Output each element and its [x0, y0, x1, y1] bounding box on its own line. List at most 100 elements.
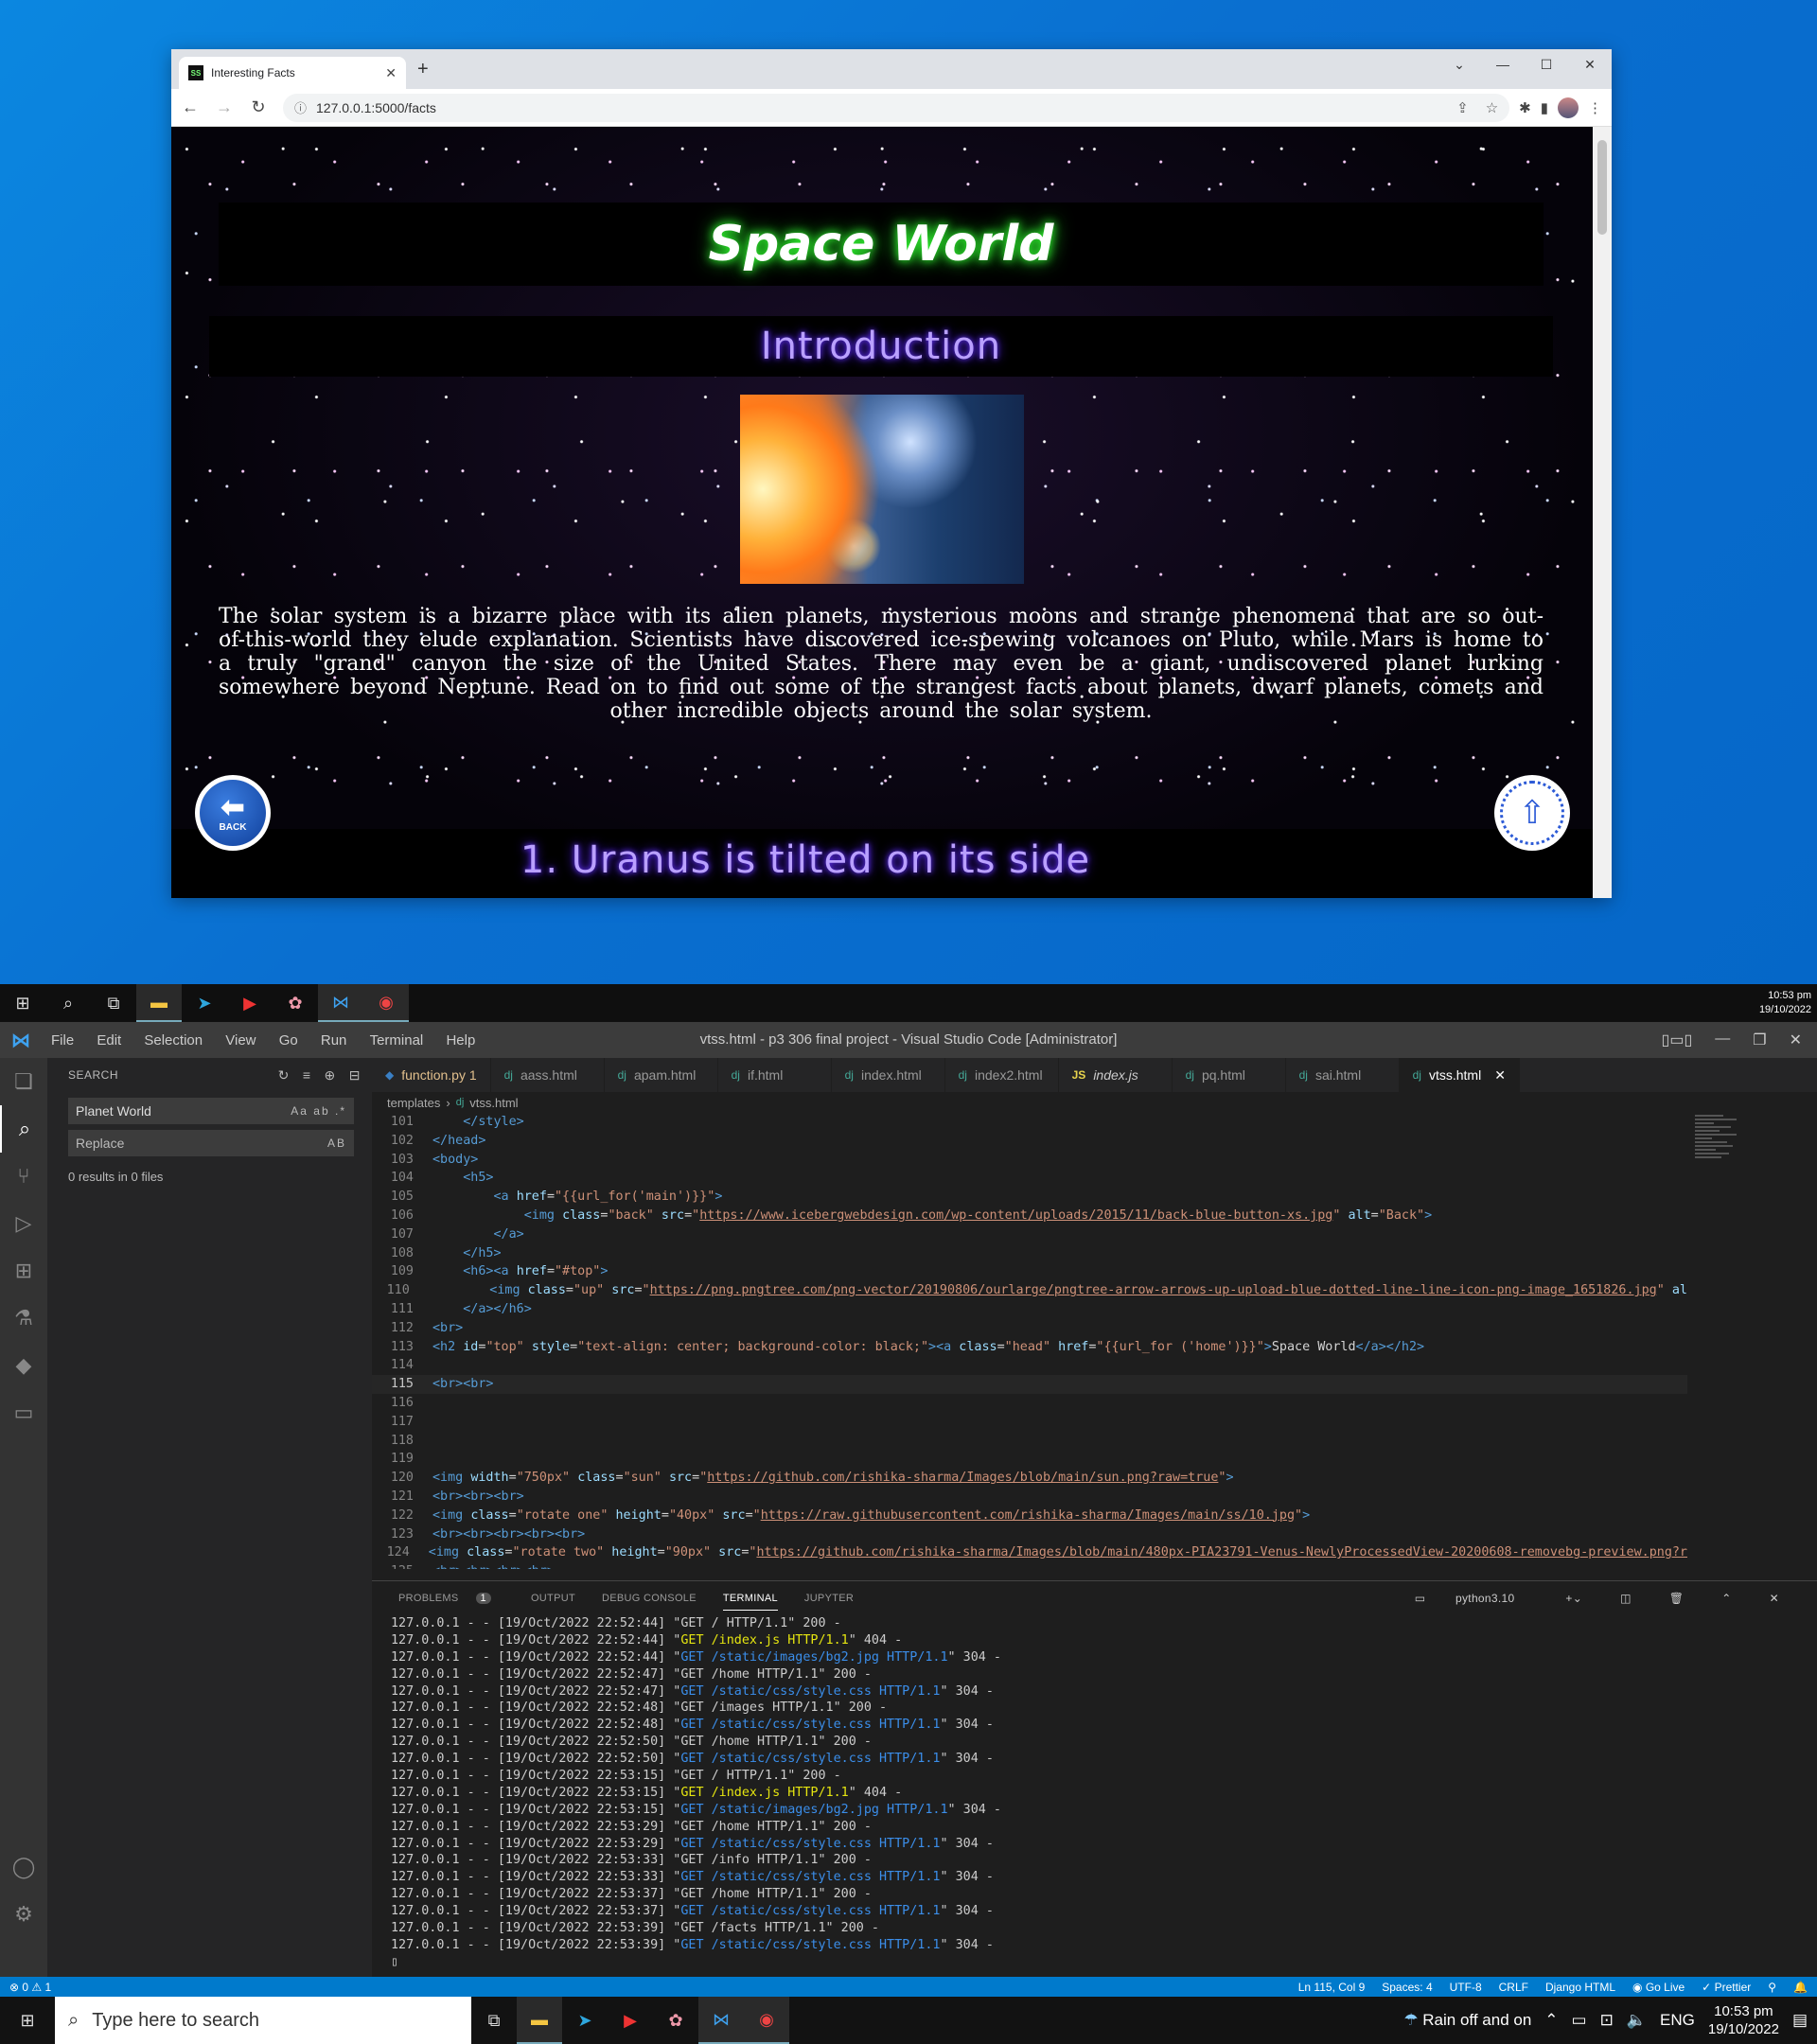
replace-input[interactable]: Replace AB — [68, 1130, 354, 1156]
menu-file[interactable]: File — [51, 1032, 74, 1048]
cursor-position[interactable]: Ln 115, Col 9 — [1298, 1981, 1366, 1994]
maximize-button[interactable]: ☐ — [1525, 49, 1568, 79]
weather-widget[interactable]: ☂ Rain off and on — [1403, 2011, 1531, 2030]
telegram-icon[interactable]: ➤ — [562, 1997, 608, 2044]
telegram-icon[interactable]: ➤ — [182, 984, 227, 1022]
testing-icon[interactable]: ⚗ — [0, 1295, 47, 1342]
vscode-icon[interactable]: ⋈ — [318, 984, 363, 1022]
search-options-icon[interactable]: Aa ab .* — [291, 1104, 346, 1118]
search-input[interactable]: Planet World Aa ab .* — [68, 1098, 354, 1124]
browser-tab[interactable]: SS Interesting Facts ✕ — [179, 57, 406, 89]
taskbar-search-box[interactable]: ⌕ Type here to search — [55, 1997, 471, 2044]
tab-index-html[interactable]: dj index.html — [832, 1058, 945, 1092]
back-button[interactable]: ⬅ BACK — [195, 775, 271, 851]
menu-dots-icon[interactable]: ⋮ — [1588, 99, 1602, 116]
tab-problems[interactable]: PROBLEMS 1 — [385, 1593, 504, 1604]
battery-icon[interactable]: ▭ — [1572, 2011, 1587, 2030]
minimize-button[interactable]: — — [1715, 1031, 1730, 1049]
scroll-top-button[interactable]: ⇧ — [1494, 775, 1570, 851]
line-ending[interactable]: CRLF — [1499, 1981, 1528, 1994]
volume-icon[interactable]: 🔈 — [1627, 2011, 1647, 2030]
file-explorer-icon[interactable]: ▬ — [517, 1997, 562, 2044]
task-view-icon[interactable]: ⧉ — [91, 984, 136, 1022]
back-nav-icon[interactable]: ← — [175, 93, 205, 123]
menu-view[interactable]: View — [225, 1032, 256, 1048]
run-debug-icon[interactable]: ▷ — [0, 1200, 47, 1247]
source-control-icon[interactable]: ⑂ — [0, 1153, 47, 1200]
site-title-link[interactable]: Space World — [709, 216, 1054, 273]
minimize-button[interactable]: — — [1481, 49, 1525, 79]
breadcrumb-file[interactable]: vtss.html — [469, 1096, 518, 1110]
close-panel-icon[interactable]: ✕ — [1770, 1592, 1779, 1605]
tab-vtss-html[interactable]: dj vtss.html ✕ — [1399, 1058, 1520, 1092]
explorer-icon[interactable]: ❏ — [0, 1058, 47, 1105]
encoding[interactable]: UTF-8 — [1450, 1981, 1482, 1994]
tab-if-html[interactable]: dj if.html — [718, 1058, 832, 1092]
network-icon[interactable]: ⊡ — [1600, 2011, 1614, 2030]
tab-search-icon[interactable]: ⌄ — [1438, 49, 1481, 79]
menu-terminal[interactable]: Terminal — [370, 1032, 424, 1048]
remote-explorer-icon[interactable]: ▭ — [0, 1389, 47, 1436]
search-icon[interactable]: ⌕ — [0, 1105, 47, 1153]
tab-apam-html[interactable]: dj apam.html — [605, 1058, 718, 1092]
forward-nav-icon[interactable]: → — [209, 93, 239, 123]
refresh-icon[interactable]: ↻ — [278, 1067, 290, 1084]
python-icon[interactable]: ◆ — [0, 1342, 47, 1389]
trash-icon[interactable]: 🗑 — [1669, 1592, 1685, 1605]
extensions-icon[interactable]: ⊞ — [0, 1247, 47, 1295]
menu-edit[interactable]: Edit — [97, 1032, 121, 1048]
new-search-editor-icon[interactable]: ⊕ — [325, 1067, 336, 1084]
new-terminal-icon[interactable]: +⌄ — [1565, 1592, 1582, 1605]
share-icon[interactable]: ⇪ — [1456, 99, 1469, 116]
tab-index2-html[interactable]: dj index2.html — [945, 1058, 1059, 1092]
account-icon[interactable]: ◯ — [0, 1843, 47, 1891]
media-player-icon[interactable]: ▶ — [227, 984, 273, 1022]
language-indicator[interactable]: ENG — [1660, 2011, 1695, 2030]
tab-output[interactable]: OUTPUT — [531, 1593, 575, 1604]
task-view-icon[interactable]: ⧉ — [471, 1997, 517, 2044]
page-scrollbar[interactable] — [1593, 127, 1612, 898]
code-editor[interactable]: 101 </style> 102 </head> 103 <body> 104 <h… — [372, 1113, 1687, 1569]
close-button[interactable]: ✕ — [1568, 49, 1612, 79]
vscode-icon[interactable]: ⋈ — [698, 1997, 744, 2044]
start-icon[interactable]: ⊞ — [0, 1997, 55, 2044]
feedback-icon[interactable]: ⚲ — [1768, 1981, 1776, 1994]
app-icon[interactable]: ✿ — [273, 984, 318, 1022]
tab-function-py[interactable]: ◆ function.py 1 — [372, 1058, 491, 1092]
reload-icon[interactable]: ↻ — [243, 93, 273, 123]
menu-help[interactable]: Help — [446, 1032, 475, 1048]
layout-toggle-icon[interactable]: ▯▭▯ — [1662, 1031, 1693, 1049]
terminal-output[interactable]: 127.0.0.1 - - [19/Oct/2022 22:52:44] "GE… — [372, 1615, 1817, 1971]
tab-index-js[interactable]: JS index.js — [1059, 1058, 1173, 1092]
chrome-icon[interactable]: ◉ — [744, 1997, 789, 2044]
restore-button[interactable]: ❐ — [1753, 1031, 1766, 1049]
menu-go[interactable]: Go — [279, 1032, 298, 1048]
minimap[interactable] — [1689, 1113, 1746, 1569]
breadcrumb-folder[interactable]: templates — [387, 1096, 440, 1110]
info-icon[interactable]: ⓘ — [294, 98, 307, 116]
start-icon[interactable]: ⊞ — [0, 984, 45, 1022]
bookmark-star-icon[interactable]: ☆ — [1486, 99, 1498, 116]
address-bar[interactable]: ⓘ 127.0.0.1:5000/facts ⇪ ☆ — [283, 93, 1510, 122]
terminal-shell-selector[interactable]: ▭ python3.10 — [1402, 1592, 1528, 1605]
extensions-icon[interactable]: ✱ — [1519, 99, 1531, 116]
language-mode[interactable]: Django HTML — [1545, 1981, 1615, 1994]
tab-debug-console[interactable]: DEBUG CONSOLE — [602, 1593, 697, 1604]
menu-run[interactable]: Run — [321, 1032, 347, 1048]
media-player-icon[interactable]: ▶ — [608, 1997, 653, 2044]
tab-jupyter[interactable]: JUPYTER — [804, 1593, 854, 1604]
scrollbar-thumb[interactable] — [1597, 140, 1607, 235]
file-explorer-icon[interactable]: ▬ — [136, 984, 182, 1022]
new-tab-button[interactable]: + — [417, 59, 429, 80]
split-terminal-icon[interactable]: ◫ — [1620, 1592, 1632, 1605]
problems-status[interactable]: ⊗ 0 ⚠ 1 — [9, 1981, 51, 1994]
close-button[interactable]: ✕ — [1790, 1031, 1802, 1049]
tab-terminal[interactable]: TERMINAL — [722, 1593, 778, 1611]
close-tab-icon[interactable]: ✕ — [1494, 1067, 1506, 1084]
chrome-icon[interactable]: ◉ — [363, 984, 409, 1022]
indentation[interactable]: Spaces: 4 — [1382, 1981, 1432, 1994]
menu-selection[interactable]: Selection — [144, 1032, 203, 1048]
search-icon[interactable]: ⌕ — [45, 984, 91, 1022]
notifications-icon[interactable]: ▤ — [1792, 2011, 1808, 2030]
go-live-button[interactable]: ◉ Go Live — [1632, 1981, 1685, 1994]
